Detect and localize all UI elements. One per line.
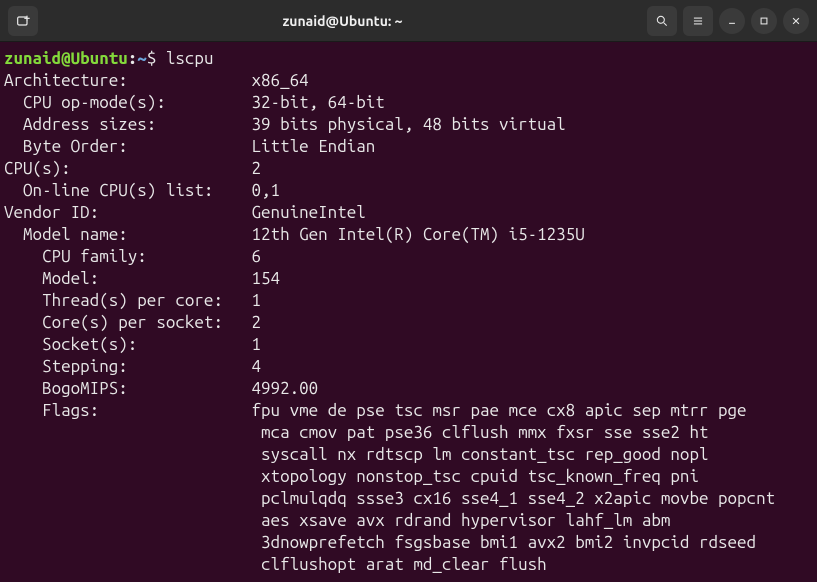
prompt-line: zunaid@Ubuntu:~$ lscpu <box>4 48 813 70</box>
prompt-colon: : <box>128 49 138 68</box>
output-line: Address sizes: 39 bits physical, 48 bits… <box>4 114 813 136</box>
maximize-button[interactable] <box>751 8 777 34</box>
output-line: CPU family: 6 <box>4 246 813 268</box>
output-line: Vendor ID: GenuineIntel <box>4 202 813 224</box>
titlebar-left <box>8 6 38 36</box>
titlebar: zunaid@Ubuntu: ~ <box>0 0 817 42</box>
output-line: Socket(s): 1 <box>4 334 813 356</box>
output-line: syscall nx rdtscp lm constant_tsc rep_go… <box>4 444 813 466</box>
output-line: Thread(s) per core: 1 <box>4 290 813 312</box>
output-line: mca cmov pat pse36 clflush mmx fxsr sse … <box>4 422 813 444</box>
output-line: Stepping: 4 <box>4 356 813 378</box>
output-line: CPU op-mode(s): 32-bit, 64-bit <box>4 92 813 114</box>
window-title: zunaid@Ubuntu: ~ <box>38 13 647 29</box>
new-tab-button[interactable] <box>8 6 38 36</box>
close-button[interactable] <box>783 8 809 34</box>
prompt-path: ~ <box>137 49 147 68</box>
output-line: pclmulqdq ssse3 cx16 sse4_1 sse4_2 x2api… <box>4 488 813 510</box>
output-line: clflushopt arat md_clear flush <box>4 554 813 576</box>
prompt-dollar: $ <box>147 49 166 68</box>
output-line: On-line CPU(s) list: 0,1 <box>4 180 813 202</box>
terminal-body[interactable]: zunaid@Ubuntu:~$ lscpuArchitecture: x86_… <box>0 42 817 582</box>
output-line: Core(s) per socket: 2 <box>4 312 813 334</box>
output-line: CPU(s): 2 <box>4 158 813 180</box>
output-line: Model: 154 <box>4 268 813 290</box>
output-line: 3dnowprefetch fsgsbase bmi1 avx2 bmi2 in… <box>4 532 813 554</box>
output-line: Flags: fpu vme de pse tsc msr pae mce cx… <box>4 400 813 422</box>
output-line: Architecture: x86_64 <box>4 70 813 92</box>
prompt-user: zunaid@Ubuntu <box>4 49 128 68</box>
output-line: aes xsave avx rdrand hypervisor lahf_lm … <box>4 510 813 532</box>
minimize-button[interactable] <box>719 8 745 34</box>
output-line: BogoMIPS: 4992.00 <box>4 378 813 400</box>
command-text: lscpu <box>166 49 214 68</box>
output-line: Byte Order: Little Endian <box>4 136 813 158</box>
search-button[interactable] <box>647 6 677 36</box>
output-line: Model name: 12th Gen Intel(R) Core(TM) i… <box>4 224 813 246</box>
output-line: xtopology nonstop_tsc cpuid tsc_known_fr… <box>4 466 813 488</box>
menu-button[interactable] <box>683 6 713 36</box>
titlebar-right <box>647 6 809 36</box>
